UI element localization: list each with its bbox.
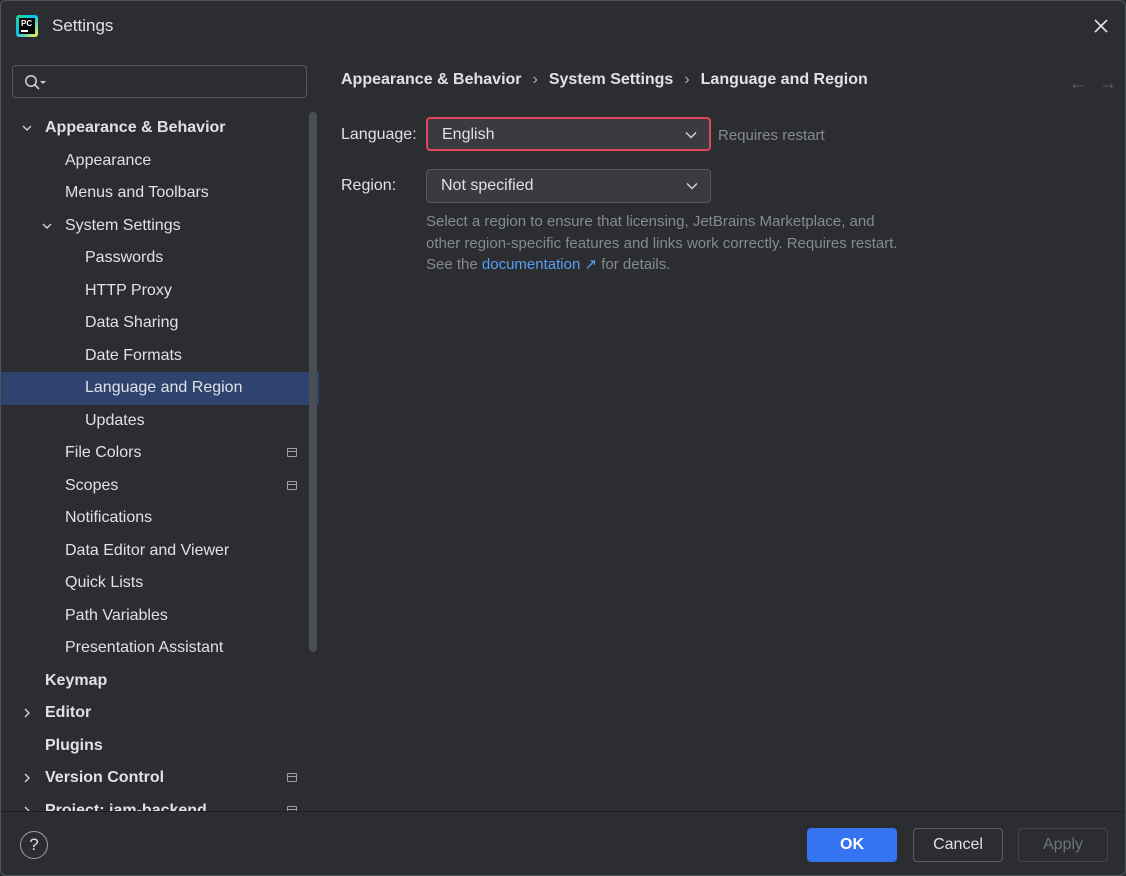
language-dropdown[interactable]: English	[426, 117, 711, 151]
requires-restart-hint: Requires restart	[718, 127, 825, 144]
dialog-footer: ? OK Cancel Apply	[1, 811, 1125, 875]
search-input[interactable]	[59, 71, 303, 95]
chevron-down-icon	[685, 131, 697, 139]
close-icon[interactable]	[1089, 14, 1113, 38]
sidebar-item-language-region[interactable]: Language and Region	[1, 372, 319, 405]
project-level-settings-icon	[287, 480, 297, 490]
breadcrumb-separator-icon: ›	[684, 71, 690, 88]
breadcrumb: Appearance & Behavior › System Settings › La…	[341, 71, 868, 89]
settings-dialog: PC Settings Appearance & Behavior Appeara…	[0, 0, 1126, 876]
breadcrumb-item[interactable]: System Settings	[549, 71, 673, 88]
settings-content: Appearance & Behavior › System Settings › La…	[321, 51, 1125, 811]
sidebar-item-label: Editor	[45, 704, 92, 721]
app-icon-text: PC	[21, 19, 33, 28]
sidebar-item-date-formats[interactable]: Date Formats	[1, 340, 319, 373]
sidebar-item-label: Updates	[85, 411, 145, 429]
breadcrumb-separator-icon: ›	[532, 71, 538, 88]
chevron-right-icon[interactable]	[21, 707, 33, 719]
documentation-link[interactable]: documentation ↗	[482, 256, 597, 273]
sidebar-item-label: Notifications	[65, 509, 153, 526]
cancel-button[interactable]: Cancel	[913, 828, 1003, 862]
sidebar-item-http-proxy[interactable]: HTTP Proxy	[1, 275, 319, 308]
region-label: Region:	[341, 177, 397, 194]
sidebar-item-appearance[interactable]: Appearance	[1, 145, 319, 178]
sidebar-item-project[interactable]: Project: jam-backend	[1, 795, 319, 812]
forward-arrow-icon[interactable]: →	[1099, 73, 1117, 93]
sidebar-item-label: Version Control	[45, 769, 165, 786]
sidebar-item-label: Date Formats	[85, 346, 182, 364]
sidebar-item-data-sharing[interactable]: Data Sharing	[1, 307, 319, 340]
breadcrumb-item: Language and Region	[700, 71, 868, 88]
sidebar-item-label: Project: jam-backend	[45, 801, 207, 812]
sidebar-item-scopes[interactable]: Scopes	[1, 470, 319, 503]
region-description-suffix: for details.	[601, 256, 671, 273]
back-arrow-icon[interactable]: ←	[1069, 73, 1087, 93]
sidebar-item-label: Data Editor and Viewer	[65, 541, 230, 559]
apply-button[interactable]: Apply	[1018, 828, 1108, 862]
region-dropdown[interactable]: Not specified	[426, 169, 711, 203]
settings-tree: Appearance & Behavior Appearance Menus and…	[1, 112, 319, 811]
sidebar-item-notifications[interactable]: Notifications	[1, 502, 319, 535]
sidebar-item-editor[interactable]: Editor	[1, 697, 319, 730]
help-icon[interactable]: ?	[20, 831, 48, 859]
region-description: Select a region to ensure that licensing…	[426, 211, 906, 276]
pycharm-logo-icon: PC	[16, 15, 38, 37]
sidebar-item-label: Keymap	[45, 671, 108, 689]
breadcrumb-item[interactable]: Appearance & Behavior	[341, 71, 522, 88]
sidebar-item-updates[interactable]: Updates	[1, 405, 319, 438]
external-link-icon: ↗	[584, 256, 598, 273]
title-bar: PC Settings	[1, 1, 1125, 51]
window-title: Settings	[52, 16, 114, 35]
sidebar-item-label: Appearance	[65, 151, 152, 169]
search-box[interactable]	[12, 65, 307, 98]
chevron-right-icon[interactable]	[21, 772, 33, 784]
sidebar-scrollbar[interactable]	[309, 112, 317, 652]
history-nav: ← →	[1057, 73, 1117, 94]
project-level-settings-icon	[287, 448, 297, 457]
sidebar-item-plugins[interactable]: Plugins	[1, 730, 319, 763]
sidebar-item-label: Scopes	[65, 476, 119, 494]
project-level-settings-icon	[287, 773, 297, 782]
settings-sidebar: Appearance & Behavior Appearance Menus and…	[1, 51, 321, 811]
sidebar-item-menus-toolbars[interactable]: Menus and Toolbars	[1, 177, 319, 210]
language-label: Language:	[341, 126, 417, 143]
sidebar-item-label: Menus and Toolbars	[65, 184, 209, 201]
sidebar-item-data-editor[interactable]: Data Editor and Viewer	[1, 535, 319, 568]
sidebar-item-version-control[interactable]: Version Control	[1, 762, 319, 795]
documentation-link-text: documentation	[481, 256, 581, 273]
region-dropdown-value: Not specified	[441, 177, 534, 194]
sidebar-item-label: Path Variables	[65, 606, 168, 624]
search-icon	[25, 75, 46, 90]
sidebar-item-label: HTTP Proxy	[85, 281, 172, 299]
sidebar-item-label: Presentation Assistant	[65, 639, 224, 656]
sidebar-item-passwords[interactable]: Passwords	[1, 242, 319, 275]
ok-button[interactable]: OK	[807, 828, 897, 862]
sidebar-item-label: Appearance & Behavior	[45, 119, 226, 136]
sidebar-item-presentation-assistant[interactable]: Presentation Assistant	[1, 632, 319, 665]
chevron-down-icon[interactable]	[41, 220, 53, 232]
sidebar-item-label: Plugins	[45, 736, 103, 754]
language-dropdown-value: English	[442, 126, 495, 143]
sidebar-item-quick-lists[interactable]: Quick Lists	[1, 567, 319, 600]
sidebar-item-keymap[interactable]: Keymap	[1, 665, 319, 698]
sidebar-item-file-colors[interactable]: File Colors	[1, 437, 319, 470]
sidebar-item-label: Data Sharing	[85, 314, 179, 331]
sidebar-item-label: Language and Region	[85, 379, 243, 396]
sidebar-item-path-variables[interactable]: Path Variables	[1, 600, 319, 633]
chevron-down-icon	[686, 182, 698, 190]
sidebar-item-appearance-behavior[interactable]: Appearance & Behavior	[1, 112, 319, 145]
sidebar-item-label: File Colors	[65, 444, 142, 461]
sidebar-item-label: Passwords	[85, 249, 164, 266]
sidebar-item-label: Quick Lists	[65, 574, 144, 591]
chevron-down-icon[interactable]	[21, 122, 33, 134]
sidebar-item-system-settings[interactable]: System Settings	[1, 210, 319, 243]
sidebar-item-label: System Settings	[65, 216, 181, 234]
